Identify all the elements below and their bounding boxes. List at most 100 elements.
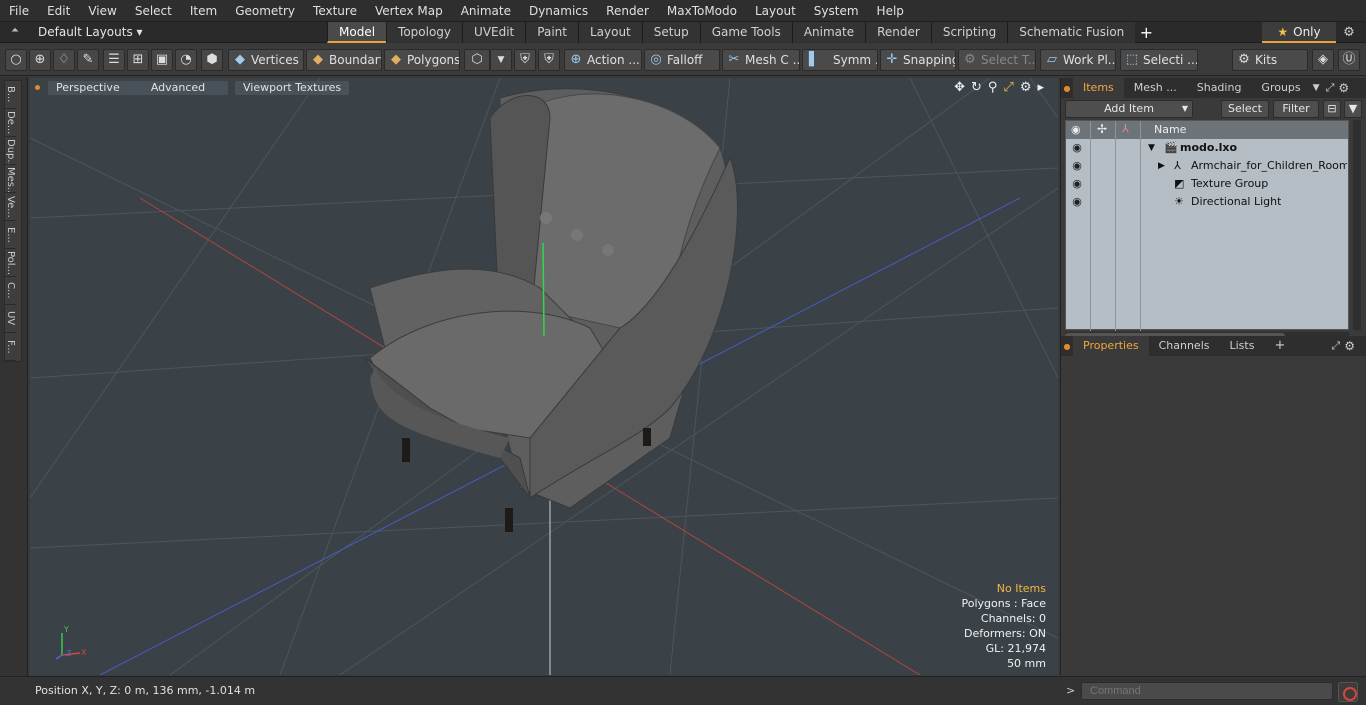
tab-layout[interactable]: Layout bbox=[577, 22, 642, 43]
material-dropdown-icon[interactable]: ▼ bbox=[490, 49, 512, 71]
menu-maxtomodo[interactable]: MaxToModo bbox=[658, 0, 746, 22]
select-circle-icon[interactable]: ○ bbox=[5, 49, 27, 71]
vtab-fusion[interactable]: F... bbox=[5, 333, 16, 361]
record-macro-icon[interactable] bbox=[1338, 682, 1358, 702]
item-row-texture-group[interactable]: ◉ ◩ Texture Group bbox=[1066, 175, 1348, 193]
menu-system[interactable]: System bbox=[805, 0, 868, 22]
item-mode-icon[interactable]: ⬢ bbox=[201, 49, 223, 71]
tab-game-tools[interactable]: Game Tools bbox=[699, 22, 792, 43]
visibility-eye-icon[interactable]: ◉ bbox=[1070, 157, 1084, 175]
menu-item[interactable]: Item bbox=[181, 0, 226, 22]
tab-uvedit[interactable]: UVEdit bbox=[462, 22, 526, 43]
vtab-polygon[interactable]: Pol... bbox=[5, 249, 16, 277]
symmetry-button[interactable]: ▌ Symm ... bbox=[802, 49, 878, 71]
globe-icon[interactable]: ⊕ bbox=[29, 49, 51, 71]
rotate-view-icon[interactable]: ↻ bbox=[971, 80, 982, 95]
vtab-vertex[interactable]: Ve... bbox=[5, 193, 16, 221]
perspective-dropdown[interactable]: Perspective bbox=[48, 81, 128, 95]
snapping-button[interactable]: ✛ Snapping bbox=[880, 49, 956, 71]
menu-layout[interactable]: Layout bbox=[746, 0, 805, 22]
menu-dynamics[interactable]: Dynamics bbox=[520, 0, 597, 22]
viewport-textures-dropdown[interactable]: Viewport Textures bbox=[235, 81, 350, 95]
tab-items[interactable]: Items bbox=[1073, 78, 1124, 98]
tab-shading[interactable]: Shading bbox=[1187, 78, 1252, 98]
move-view-icon[interactable]: ✥ bbox=[954, 80, 965, 95]
expand-arrow-icon[interactable]: ▼ bbox=[1148, 139, 1155, 157]
add-tab-plus-icon[interactable]: + bbox=[1135, 22, 1157, 43]
visibility-eye-icon[interactable]: ◉ bbox=[1070, 175, 1084, 193]
collapse-up-icon[interactable]: ⏶ bbox=[8, 25, 22, 39]
tab-scripting[interactable]: Scripting bbox=[930, 22, 1008, 43]
panel-gear-icon[interactable]: ⚙ bbox=[1338, 81, 1349, 95]
only-toggle[interactable]: ★ Only bbox=[1262, 22, 1336, 43]
tab-animate[interactable]: Animate bbox=[791, 22, 866, 43]
panel-tabs-dropdown-icon[interactable]: ▼ bbox=[1313, 83, 1320, 93]
item-list-vertical-scrollbar[interactable] bbox=[1353, 120, 1361, 330]
menu-vertex-map[interactable]: Vertex Map bbox=[366, 0, 452, 22]
menu-edit[interactable]: Edit bbox=[38, 0, 79, 22]
tab-model[interactable]: Model bbox=[327, 22, 387, 43]
tab-mesh-ops[interactable]: Mesh ... bbox=[1124, 78, 1187, 98]
tab-schematic-fusion[interactable]: Schematic Fusion bbox=[1007, 22, 1136, 43]
unreal-icon[interactable]: Ⓤ bbox=[1338, 49, 1360, 71]
work-plane-button[interactable]: ▱ Work Pl... bbox=[1040, 49, 1116, 71]
tab-paint[interactable]: Paint bbox=[525, 22, 578, 43]
zoom-view-icon[interactable]: ⚲ bbox=[988, 80, 998, 95]
menu-file[interactable]: File bbox=[0, 0, 38, 22]
material-cube-icon[interactable]: ⬡ bbox=[464, 49, 490, 71]
gear-icon[interactable]: ⚙ bbox=[1340, 25, 1358, 41]
menu-select[interactable]: Select bbox=[126, 0, 181, 22]
visibility-eye-icon[interactable]: ◉ bbox=[1070, 193, 1084, 211]
filter-funnel-icon[interactable]: ▼ bbox=[1344, 100, 1362, 118]
menu-render[interactable]: Render bbox=[597, 0, 658, 22]
properties-expand-icon[interactable]: ⤢ bbox=[1331, 339, 1340, 353]
item-row-scene[interactable]: ◉ ▼ 🎬 modo.lxo bbox=[1066, 139, 1348, 157]
tab-lists[interactable]: Lists bbox=[1220, 336, 1265, 356]
brush-icon[interactable]: ✎ bbox=[77, 49, 99, 71]
name-column-header[interactable]: Name bbox=[1154, 123, 1186, 136]
menu-geometry[interactable]: Geometry bbox=[226, 0, 304, 22]
tab-properties[interactable]: Properties bbox=[1073, 336, 1149, 356]
align-icon[interactable]: ☰ bbox=[103, 49, 125, 71]
menu-help[interactable]: Help bbox=[868, 0, 913, 22]
vtab-mesh-edit[interactable]: Mes... bbox=[5, 165, 16, 193]
action-center-button[interactable]: ⊕ Action ... bbox=[564, 49, 642, 71]
unity-icon[interactable]: ◈ bbox=[1312, 49, 1334, 71]
add-panel-tab-plus-icon[interactable]: + bbox=[1264, 336, 1295, 356]
tab-channels[interactable]: Channels bbox=[1149, 336, 1220, 356]
tab-render[interactable]: Render bbox=[865, 22, 931, 43]
falloff-button[interactable]: ◎ Falloff bbox=[644, 49, 720, 71]
pie-icon[interactable]: ◔ bbox=[175, 49, 197, 71]
vtab-duplicate[interactable]: Dup... bbox=[5, 137, 16, 165]
frame-icon[interactable]: ▣ bbox=[151, 49, 173, 71]
collapse-list-icon[interactable]: ⊟ bbox=[1323, 100, 1341, 118]
polygons-button[interactable]: ◆ Polygons bbox=[384, 49, 460, 71]
vtab-deform[interactable]: De... bbox=[5, 109, 16, 137]
selection-sets-button[interactable]: ⬚ Selecti ... bbox=[1120, 49, 1198, 71]
item-row-armchair[interactable]: ◉ ▶ ⅄ Armchair_for_Children_Room ... bbox=[1066, 157, 1348, 175]
lasso-icon[interactable]: ♢ bbox=[53, 49, 75, 71]
menu-texture[interactable]: Texture bbox=[304, 0, 366, 22]
snap-shield-icon[interactable]: ⛨ bbox=[538, 49, 560, 71]
panel-expand-icon[interactable]: ⤢ bbox=[1326, 81, 1335, 95]
vtab-basic[interactable]: B... bbox=[5, 81, 16, 109]
default-layouts-dropdown[interactable]: Default Layouts ▾ bbox=[30, 22, 151, 43]
mesh-constraint-button[interactable]: ✂ Mesh C ... bbox=[722, 49, 800, 71]
boundary-button[interactable]: ◆ Boundary bbox=[306, 49, 382, 71]
vtab-curve[interactable]: C... bbox=[5, 277, 16, 305]
command-expand-arrow-icon[interactable]: > bbox=[1066, 684, 1075, 697]
viewport-expand-arrow-icon[interactable]: ▸ bbox=[1037, 80, 1044, 95]
tab-groups[interactable]: Groups bbox=[1251, 78, 1310, 98]
menu-animate[interactable]: Animate bbox=[452, 0, 520, 22]
menu-view[interactable]: View bbox=[79, 0, 125, 22]
armchair-model[interactable] bbox=[364, 88, 738, 532]
item-row-directional-light[interactable]: ◉ ☀ Directional Light bbox=[1066, 193, 1348, 211]
tab-topology[interactable]: Topology bbox=[386, 22, 463, 43]
center-icon[interactable]: ⊞ bbox=[127, 49, 149, 71]
tab-setup[interactable]: Setup bbox=[641, 22, 700, 43]
filter-button[interactable]: Filter bbox=[1273, 100, 1319, 118]
viewport-settings-gear-icon[interactable]: ⚙ bbox=[1020, 80, 1032, 95]
vertices-button[interactable]: ◆ Vertices bbox=[228, 49, 304, 71]
visibility-eye-icon[interactable]: ◉ bbox=[1070, 139, 1084, 157]
select-button[interactable]: Select bbox=[1221, 100, 1269, 118]
